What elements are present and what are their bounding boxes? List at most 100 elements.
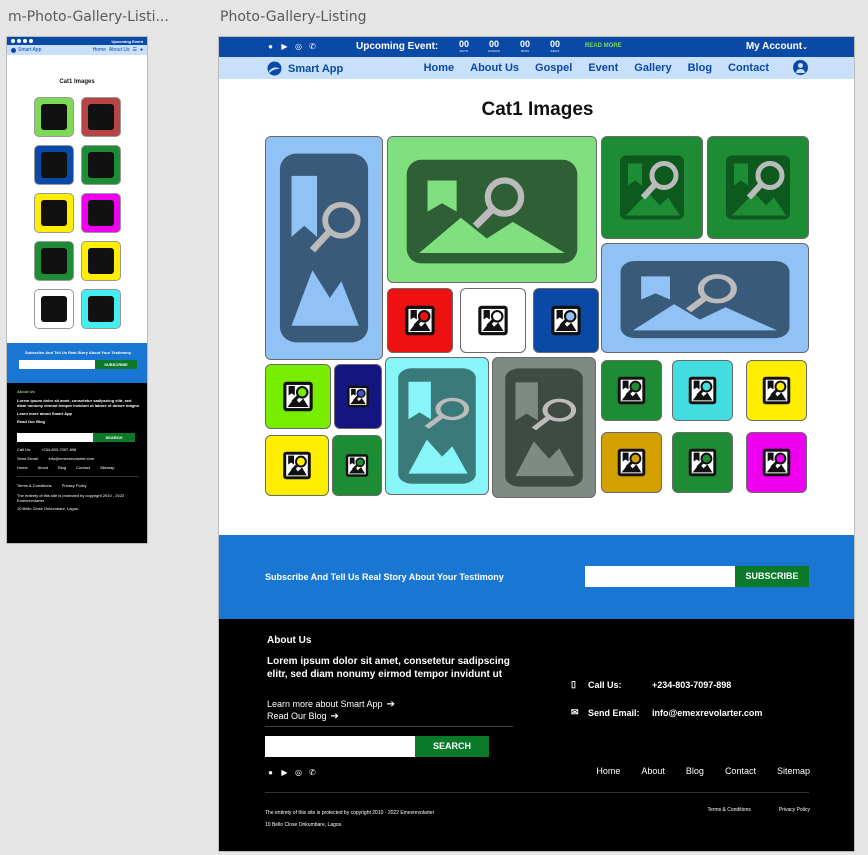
mobile-nav-home[interactable]: Home <box>93 47 106 53</box>
footer-link-sitemap[interactable]: Sitemap <box>777 766 810 776</box>
mobile-brand[interactable]: Smart App <box>11 47 41 53</box>
gallery-image-tile[interactable] <box>601 243 809 353</box>
gallery-image-tile[interactable] <box>385 357 489 495</box>
mobile-email-value[interactable]: info@emexrevolarter.com <box>49 456 95 461</box>
image-search-icon <box>87 248 114 274</box>
subscribe-button[interactable]: SUBSCRIBE <box>735 566 809 587</box>
mobile-gallery-tile[interactable] <box>80 97 121 137</box>
mobile-footer-search-input[interactable] <box>17 433 93 442</box>
gallery-image-tile[interactable] <box>265 136 383 360</box>
mobile-gallery-tile[interactable] <box>33 193 74 233</box>
footer-link-contact[interactable]: Contact <box>725 766 756 776</box>
gallery-image-tile[interactable] <box>334 364 382 429</box>
mobile-gallery-tile[interactable] <box>80 241 121 281</box>
privacy-link[interactable]: Privacy Policy <box>779 807 810 813</box>
subscribe-email-input[interactable] <box>585 566 735 587</box>
facebook-icon[interactable]: ● <box>266 42 275 51</box>
image-search-icon <box>602 361 661 420</box>
footer: About Us Lorem ipsum dolor sit amet, con… <box>219 619 854 851</box>
mobile-footer-link-home[interactable]: Home <box>17 465 28 470</box>
mobile-event-title: Upcoming Event <box>111 38 143 44</box>
mobile-footer-link-sitemap[interactable]: Sitemap <box>100 465 115 470</box>
mobile-privacy-link[interactable]: Privacy Policy <box>62 483 87 488</box>
email-label: Send Email: <box>588 707 640 718</box>
nav-link-home[interactable]: Home <box>424 62 455 74</box>
mobile-terms-link[interactable]: Terms & Conditions <box>17 483 52 488</box>
mobile-footer-link-blog[interactable]: Blog <box>58 465 66 470</box>
nav-link-gospel[interactable]: Gospel <box>535 62 572 74</box>
mobile-brand-name: Smart App <box>18 47 42 53</box>
gallery-image-tile[interactable] <box>672 432 733 493</box>
hamburger-menu-icon[interactable]: ☰ <box>132 47 136 53</box>
mobile-read-blog-link[interactable]: Read Our Blog <box>17 419 139 424</box>
mobile-footer-search-button[interactable]: SEARCH <box>93 433 135 442</box>
gallery-image-tile[interactable] <box>601 360 662 421</box>
mobile-gallery-tile[interactable] <box>33 145 74 185</box>
nav-link-event[interactable]: Event <box>588 62 618 74</box>
user-icon[interactable]: ● <box>140 47 143 53</box>
gallery-image-tile[interactable] <box>460 288 526 353</box>
footer-link-blog[interactable]: Blog <box>686 766 704 776</box>
gallery-image-tile[interactable] <box>387 288 453 353</box>
whatsapp-icon[interactable]: ✆ <box>308 768 317 777</box>
image-search-icon <box>602 244 808 352</box>
image-search-icon <box>87 200 114 226</box>
gallery-image-tile[interactable] <box>387 136 597 283</box>
nav-link-gallery[interactable]: Gallery <box>634 62 671 74</box>
footer-search-input[interactable] <box>265 736 415 757</box>
email-value[interactable]: info@emexrevolarter.com <box>652 708 762 718</box>
read-more-link[interactable]: READ MORE <box>585 43 622 49</box>
youtube-icon[interactable]: ▶ <box>280 768 289 777</box>
youtube-icon[interactable]: ▶ <box>280 42 289 51</box>
terms-link[interactable]: Terms & Conditions <box>708 807 751 813</box>
mobile-gallery-tile[interactable] <box>80 145 121 185</box>
footer-link-about[interactable]: About <box>641 766 665 776</box>
brand-logo-link[interactable]: Smart App <box>267 61 343 76</box>
mobile-footer-link-about[interactable]: About <box>38 465 48 470</box>
mobile-learn-more-link[interactable]: Learn more about Smart App <box>17 411 139 416</box>
gallery-image-tile[interactable] <box>672 360 733 421</box>
mobile-gallery-tile[interactable] <box>33 241 74 281</box>
my-account-dropdown[interactable]: My Account⌄ <box>746 41 808 52</box>
social-icons: ● ▶ ◎ ✆ <box>266 42 317 51</box>
mobile-gallery-tile[interactable] <box>80 193 121 233</box>
read-blog-link[interactable]: Read Our Blog ➔ <box>267 711 339 722</box>
instagram-icon[interactable]: ◎ <box>294 768 303 777</box>
mobile-gallery-tile[interactable] <box>80 289 121 329</box>
gallery-image-tile[interactable] <box>332 435 382 496</box>
copyright-text: The entirety of this site is protected b… <box>265 810 435 816</box>
nav-link-about-us[interactable]: About Us <box>470 62 519 74</box>
gallery-image-tile[interactable] <box>707 136 809 239</box>
gallery-image-tile[interactable] <box>533 288 599 353</box>
mobile-nav-about[interactable]: About Us <box>109 47 130 53</box>
mobile-subscribe-input[interactable] <box>19 360 95 369</box>
mobile-email-label: Send Email: <box>17 456 39 461</box>
mobile-about-heading: About Us <box>17 389 35 394</box>
user-account-icon[interactable] <box>793 60 808 75</box>
footer-divider <box>265 726 513 727</box>
gallery-image-tile[interactable] <box>265 364 331 429</box>
learn-more-label: Learn more about Smart App <box>267 699 383 709</box>
gallery-image-tile[interactable] <box>746 432 807 493</box>
nav-link-contact[interactable]: Contact <box>728 62 769 74</box>
facebook-icon[interactable]: ● <box>266 768 275 777</box>
gallery-image-tile[interactable] <box>601 136 703 239</box>
gallery-image-tile[interactable] <box>601 432 662 493</box>
footer-search-button[interactable]: SEARCH <box>415 736 489 757</box>
gallery-image-tile[interactable] <box>265 435 329 496</box>
learn-more-link[interactable]: Learn more about Smart App ➔ <box>267 699 395 710</box>
footer-link-home[interactable]: Home <box>596 766 620 776</box>
mobile-call-value[interactable]: +234-803-7097-898 <box>41 447 76 452</box>
whatsapp-icon[interactable]: ✆ <box>308 42 317 51</box>
nav-link-blog[interactable]: Blog <box>688 62 712 74</box>
mobile-subscribe-button[interactable]: SUBSCRIBE <box>95 360 137 369</box>
call-value[interactable]: +234-803-7097-898 <box>652 680 731 690</box>
footer-divider-2 <box>265 792 809 793</box>
instagram-icon[interactable]: ◎ <box>294 42 303 51</box>
mobile-gallery-tile[interactable] <box>33 97 74 137</box>
image-search-icon <box>266 365 330 428</box>
mobile-gallery-tile[interactable] <box>33 289 74 329</box>
gallery-image-tile[interactable] <box>492 357 596 498</box>
mobile-footer-link-contact[interactable]: Contact <box>76 465 90 470</box>
gallery-image-tile[interactable] <box>746 360 807 421</box>
